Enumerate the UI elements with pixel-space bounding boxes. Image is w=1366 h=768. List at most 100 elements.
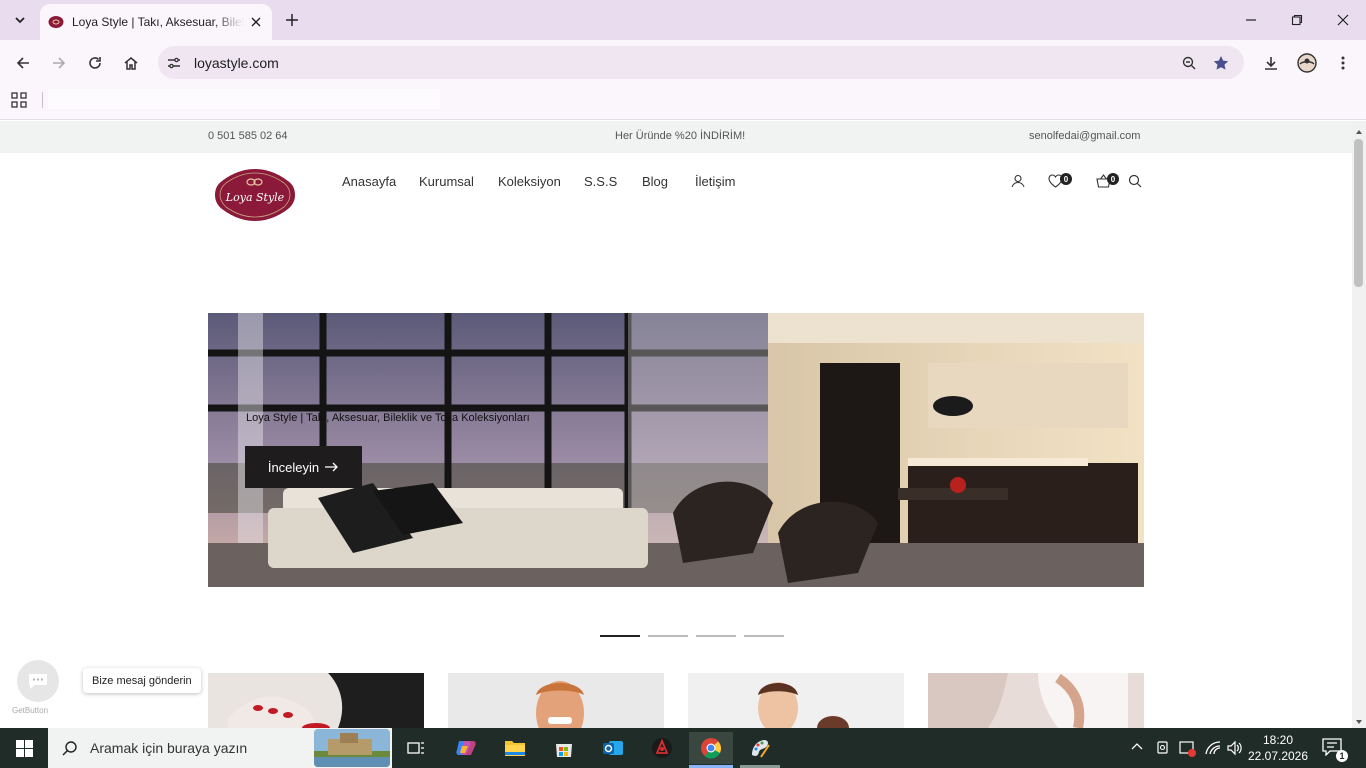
arrow-right-icon bbox=[53, 57, 66, 69]
nav-iletisim[interactable]: İletişim bbox=[695, 174, 735, 189]
url-text: loyastyle.com bbox=[194, 55, 279, 71]
reload-icon bbox=[89, 57, 101, 69]
slider-dot-1[interactable] bbox=[600, 635, 640, 637]
back-button[interactable] bbox=[10, 50, 36, 76]
chevron-down-icon bbox=[15, 17, 25, 24]
download-icon bbox=[1265, 57, 1277, 70]
nav-anasayfa[interactable]: Anasayfa bbox=[342, 174, 396, 189]
search-highlight-image bbox=[314, 729, 390, 767]
plus-icon bbox=[286, 14, 298, 26]
scrollbar-thumb[interactable] bbox=[1354, 139, 1363, 287]
close-icon bbox=[1337, 14, 1349, 26]
menu-button[interactable] bbox=[1330, 50, 1356, 76]
address-bar[interactable] bbox=[158, 46, 1244, 79]
phone-number[interactable]: 0 501 585 02 64 bbox=[208, 130, 288, 142]
home-button[interactable] bbox=[118, 50, 144, 76]
downloads-button[interactable] bbox=[1258, 50, 1284, 76]
profile-avatar-icon bbox=[1297, 53, 1317, 73]
file-explorer-icon[interactable] bbox=[493, 732, 537, 764]
close-tab-icon[interactable] bbox=[248, 14, 264, 30]
arrow-right-icon bbox=[325, 462, 339, 472]
windows-logo-icon bbox=[15, 739, 33, 757]
bookmark-star-icon[interactable] bbox=[1212, 54, 1230, 72]
wifi-icon[interactable] bbox=[1204, 740, 1222, 756]
tray-overflow-chevron-icon[interactable] bbox=[1130, 740, 1146, 756]
getbutton-brand: GetButton bbox=[12, 706, 48, 715]
start-button[interactable] bbox=[0, 728, 48, 768]
category-card-1[interactable] bbox=[208, 673, 424, 728]
new-tab-button[interactable] bbox=[282, 10, 302, 30]
close-window-button[interactable] bbox=[1320, 4, 1366, 36]
forward-button[interactable] bbox=[46, 50, 72, 76]
game-app-icon[interactable] bbox=[640, 732, 684, 764]
chat-widget-button[interactable] bbox=[17, 660, 59, 702]
taskbar-search-placeholder: Aramak için buraya yazın bbox=[90, 740, 248, 756]
loya-favicon-icon bbox=[48, 16, 64, 28]
restore-icon bbox=[1291, 14, 1303, 26]
search-icon bbox=[1128, 174, 1142, 188]
woman-red-nails-photo bbox=[208, 673, 424, 728]
browser-tab[interactable]: Loya Style | Takı, Aksesuar, Bileklik ve… bbox=[40, 4, 272, 40]
more-vertical-icon bbox=[1341, 56, 1345, 70]
chrome-taskbar-icon[interactable] bbox=[689, 732, 733, 764]
getbutton-brand-text: GetButton bbox=[12, 706, 49, 715]
tab-list-button[interactable] bbox=[8, 8, 32, 32]
taskbar-clock[interactable]: 18:20 22.07.2026 bbox=[1246, 732, 1310, 764]
tab-title: Loya Style | Takı, Aksesuar, Bileklik ve… bbox=[72, 15, 244, 29]
chat-widget-label[interactable]: Bize mesaj gönderin bbox=[83, 668, 201, 693]
slider-dot-3[interactable] bbox=[696, 635, 736, 637]
svg-text:Loya Style: Loya Style bbox=[225, 191, 285, 204]
nav-blog[interactable]: Blog bbox=[642, 174, 668, 189]
reload-button[interactable] bbox=[82, 50, 108, 76]
meet-now-icon[interactable] bbox=[1155, 740, 1171, 756]
security-alert-icon[interactable] bbox=[1179, 740, 1197, 758]
category-card-3[interactable] bbox=[688, 673, 904, 728]
copilot-icon[interactable] bbox=[444, 732, 488, 764]
nav-sss[interactable]: S.S.S bbox=[584, 174, 617, 189]
site-logo[interactable]: Loya Style bbox=[214, 167, 296, 223]
cart-count-badge: 0 bbox=[1107, 173, 1119, 185]
top-info-bar: 0 501 585 02 64 Her Üründe %20 İNDİRİM! … bbox=[0, 121, 1352, 153]
category-card-4[interactable] bbox=[928, 673, 1144, 728]
search-icon bbox=[62, 741, 77, 756]
scroll-down-arrow[interactable] bbox=[1354, 714, 1364, 724]
site-search-button[interactable] bbox=[1126, 172, 1144, 190]
hero-cta-label: İnceleyin bbox=[267, 459, 320, 475]
nav-kurumsal[interactable]: Kurumsal bbox=[419, 174, 474, 189]
boy-photo bbox=[688, 673, 904, 728]
wishlist-count-badge: 0 bbox=[1060, 173, 1072, 185]
outlook-icon[interactable] bbox=[591, 732, 635, 764]
microsoft-store-icon[interactable] bbox=[542, 732, 586, 764]
slider-dot-4[interactable] bbox=[744, 635, 784, 637]
home-icon bbox=[124, 57, 138, 70]
minimize-icon bbox=[1246, 19, 1256, 21]
email-address[interactable]: senolfedai@gmail.com bbox=[1029, 130, 1140, 142]
task-view-icon[interactable] bbox=[394, 732, 438, 764]
user-icon bbox=[1011, 174, 1025, 188]
slider-dot-2[interactable] bbox=[648, 635, 688, 637]
site-info-icon[interactable] bbox=[165, 54, 183, 72]
minimize-button[interactable] bbox=[1228, 4, 1274, 36]
category-card-2[interactable] bbox=[448, 673, 664, 728]
clock-time: 18:20 bbox=[1262, 733, 1294, 747]
volume-icon[interactable] bbox=[1226, 740, 1244, 756]
notification-count-badge: 1 bbox=[1336, 750, 1348, 762]
profile-button[interactable] bbox=[1294, 50, 1320, 76]
paint-app-icon[interactable] bbox=[738, 732, 782, 764]
zoom-icon[interactable] bbox=[1180, 54, 1198, 72]
account-button[interactable] bbox=[1009, 172, 1027, 190]
bookmark-placeholder bbox=[48, 89, 440, 109]
hero-caption: Loya Style | Takı, Aksesuar, Bileklik ve… bbox=[246, 412, 530, 424]
hero-cta-button[interactable]: İnceleyin bbox=[245, 446, 362, 488]
restore-button[interactable] bbox=[1274, 4, 1320, 36]
apps-grid-icon[interactable] bbox=[11, 92, 29, 110]
nav-koleksiyon[interactable]: Koleksiyon bbox=[498, 174, 561, 189]
arrow-left-icon bbox=[16, 57, 29, 69]
promo-text: Her Üründe %20 İNDİRİM! bbox=[615, 130, 746, 142]
bridal-photo bbox=[928, 673, 1144, 728]
site-header bbox=[0, 153, 1352, 219]
man-smiling-photo bbox=[448, 673, 664, 728]
scroll-up-arrow[interactable] bbox=[1354, 124, 1364, 134]
clock-date: 22.07.2026 bbox=[1247, 749, 1309, 763]
bookmarks-divider bbox=[42, 92, 43, 108]
